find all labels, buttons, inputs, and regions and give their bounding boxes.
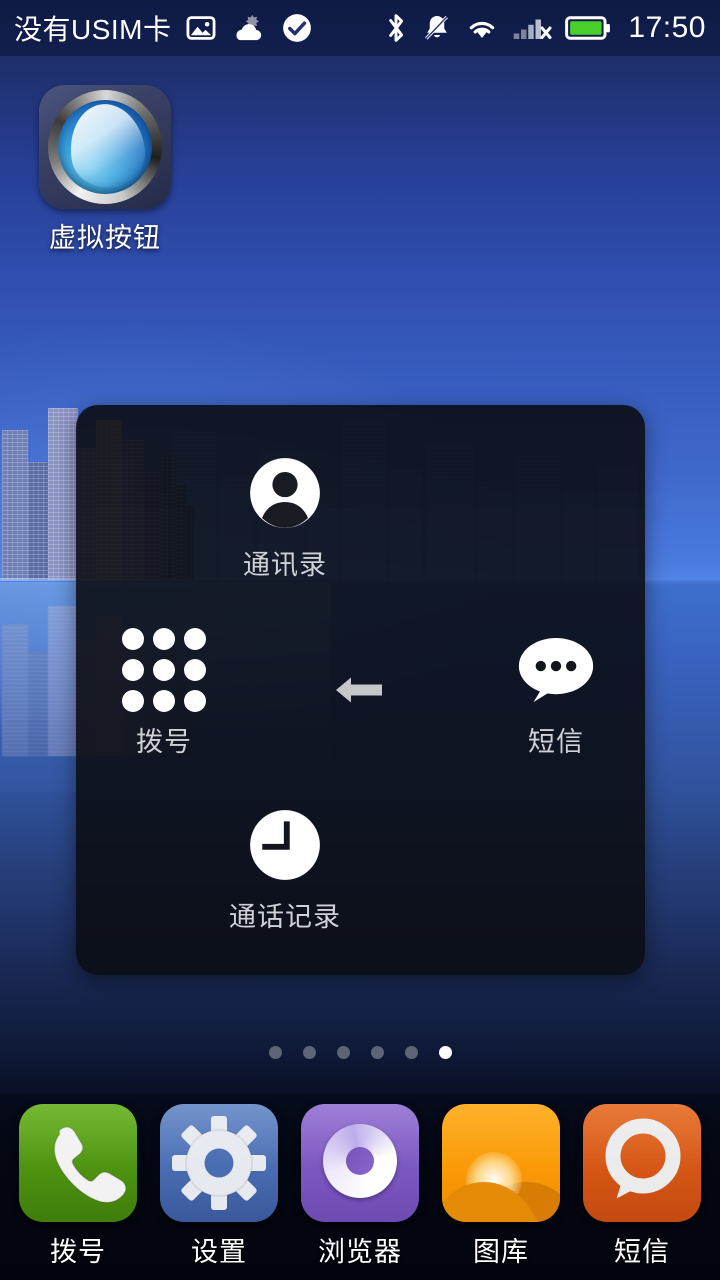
- dock-item-gallery[interactable]: 图库: [441, 1094, 561, 1280]
- dock-item-label: 图库: [473, 1237, 529, 1267]
- app-icon-label: 虚拟按钮: [49, 223, 161, 253]
- dock-item-settings[interactable]: 设置: [159, 1094, 279, 1280]
- dialpad-grid-icon: [69, 628, 259, 712]
- weather-cloud-sun-icon: [235, 14, 261, 41]
- shortcut-label: 拨号: [136, 727, 192, 757]
- shortcut-label: 通讯录: [243, 550, 327, 580]
- mute-bell-icon: [425, 15, 449, 40]
- page-dot[interactable]: [302, 1046, 316, 1059]
- gear-icon: [160, 1104, 278, 1222]
- shortcut-sms[interactable]: 短信: [461, 632, 651, 759]
- dock-item-label: 短信: [614, 1237, 670, 1267]
- page-dot-active[interactable]: [438, 1046, 452, 1059]
- clock-label: 17:50: [628, 11, 706, 44]
- status-bar[interactable]: 没有USIM卡 17:50: [0, 0, 720, 56]
- check-circle-icon: [282, 14, 311, 42]
- app-icon-virtual-button[interactable]: 虚拟按钮: [37, 85, 173, 255]
- sms-bubble-icon: [461, 632, 651, 708]
- orb-body: [58, 100, 152, 194]
- page-dot[interactable]: [370, 1046, 384, 1059]
- back-arrow-icon[interactable]: [330, 668, 390, 712]
- dock-item-label: 拨号: [50, 1237, 106, 1267]
- page-dot[interactable]: [268, 1046, 282, 1059]
- shortcut-call-log[interactable]: 通话记录: [190, 807, 380, 934]
- dock: 拨号 设置 浏览器 图库 短信: [0, 1094, 720, 1280]
- shortcut-label: 短信: [528, 727, 584, 757]
- shortcut-contacts[interactable]: 通讯录: [190, 455, 380, 582]
- bluetooth-icon: [389, 14, 404, 42]
- browser-ring: [323, 1124, 397, 1198]
- orb-gloss: [63, 100, 151, 194]
- sms-bubble-icon: [583, 1104, 701, 1222]
- status-bar-left: 没有USIM卡: [14, 8, 383, 48]
- carrier-label: 没有USIM卡: [14, 14, 172, 45]
- screenshot-image-icon: [186, 16, 215, 40]
- page-dot[interactable]: [404, 1046, 418, 1059]
- phone-handset-icon: [19, 1104, 137, 1222]
- page-dot[interactable]: [336, 1046, 350, 1059]
- shortcut-dialer[interactable]: 拨号: [69, 628, 259, 759]
- call-log-clock-icon: [190, 807, 380, 883]
- dock-item-label: 设置: [191, 1237, 247, 1267]
- home-screen: 没有USIM卡 17:50 虚拟按钮 通讯录 拨号 短信 通话记录 拨号 设置 …: [0, 0, 720, 1280]
- dock-item-dialer[interactable]: 拨号: [18, 1094, 138, 1280]
- browser-spiral-icon: [301, 1104, 419, 1222]
- page-indicator[interactable]: [0, 1046, 720, 1059]
- contacts-person-icon: [190, 455, 380, 531]
- dock-item-label: 浏览器: [318, 1237, 402, 1267]
- browser-hole: [346, 1147, 374, 1175]
- gallery-sunrise-icon: [442, 1104, 560, 1222]
- dock-item-sms[interactable]: 短信: [582, 1094, 702, 1280]
- virtual-button-orb-icon: [39, 85, 171, 209]
- battery-icon: [565, 16, 611, 40]
- status-bar-right: 17:50: [383, 11, 706, 45]
- signal-no-service-icon: [514, 19, 552, 39]
- dock-item-browser[interactable]: 浏览器: [300, 1094, 420, 1280]
- wifi-icon: [470, 21, 495, 38]
- shortcut-label: 通话记录: [229, 902, 341, 932]
